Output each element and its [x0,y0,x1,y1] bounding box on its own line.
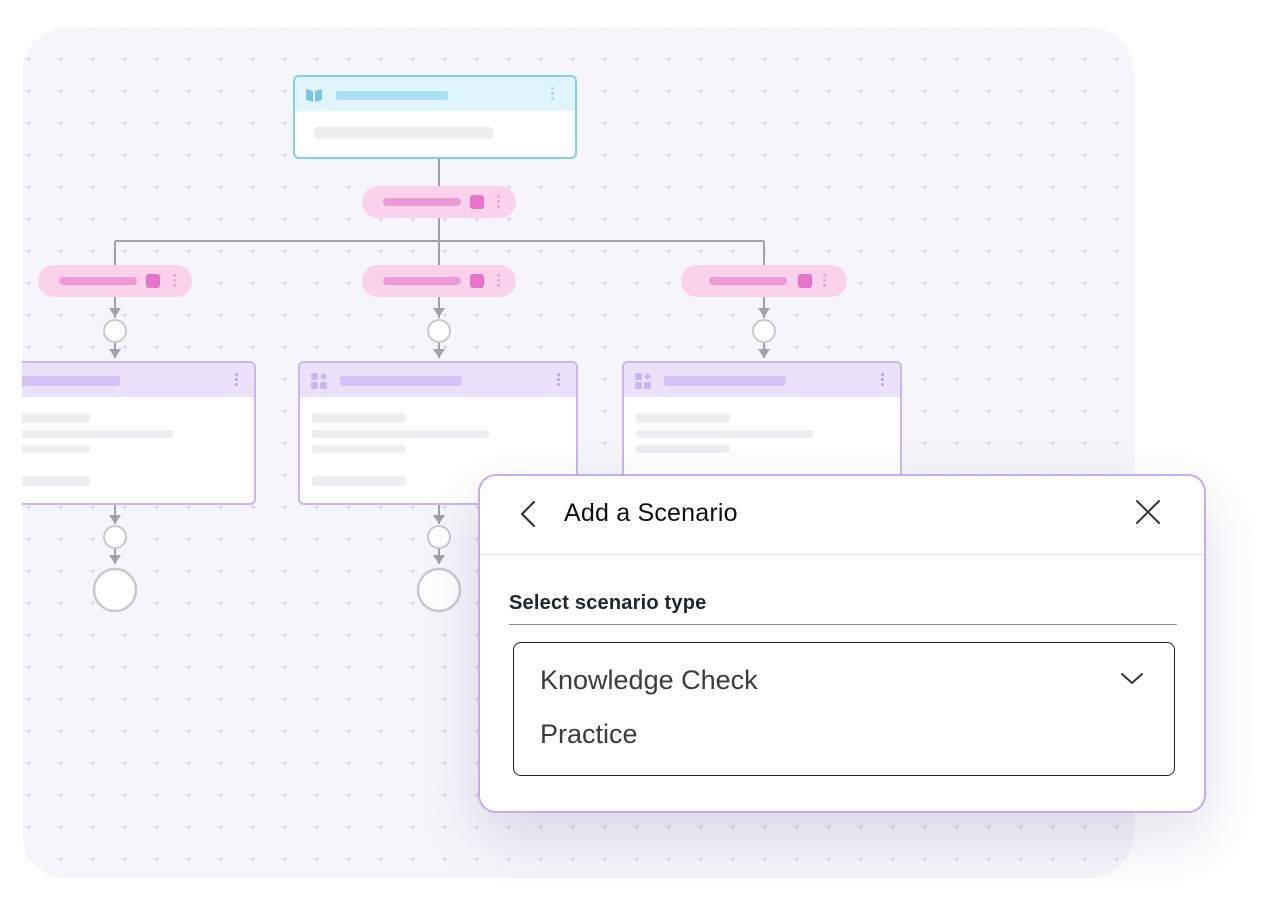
scenario-card-header [22,363,254,397]
branch-pill-center[interactable] [362,265,516,297]
kebab-menu-icon[interactable] [497,274,500,289]
pill-label-placeholder [383,277,461,285]
back-button[interactable] [510,494,546,534]
card-line-placeholder [636,430,813,438]
modal-header: Add a Scenario [480,476,1204,555]
branch-pill-left[interactable] [38,265,192,297]
card-title-placeholder [664,376,786,386]
branch-pill-right[interactable] [681,265,847,297]
scenario-card-header [624,363,900,397]
book-icon [306,89,322,102]
scenario-card-header [300,363,576,397]
card-line-placeholder [22,413,90,423]
card-line-placeholder [636,413,730,423]
chevron-left-icon [520,500,536,528]
card-line-placeholder [312,430,489,438]
pill-label-placeholder [383,198,461,206]
card-line-placeholder [636,445,730,453]
pill-square-icon [146,274,160,288]
add-scenario-modal: Add a Scenario Select scenario type Know… [478,474,1206,813]
pill-label-placeholder [59,277,137,285]
pill-square-icon [798,274,812,288]
kebab-menu-icon[interactable] [557,373,560,388]
kebab-menu-icon[interactable] [823,274,826,289]
card-line-placeholder [312,445,406,453]
modal-title: Add a Scenario [564,499,738,527]
grid-sparkle-icon [311,372,329,391]
select-option-practice[interactable]: Practice [540,719,638,750]
kebab-menu-icon[interactable] [173,274,176,289]
select-option-knowledge-check[interactable]: Knowledge Check [540,665,758,696]
close-button[interactable] [1130,494,1166,530]
pill-label-placeholder [709,277,787,285]
root-title-placeholder [336,91,448,100]
card-line-placeholder [22,476,90,486]
root-node-card[interactable] [293,75,577,159]
kebab-menu-icon[interactable] [497,195,500,210]
scenario-type-select[interactable]: Knowledge Check Practice [513,642,1175,776]
kebab-menu-icon[interactable] [235,373,238,388]
card-title-placeholder [340,376,462,386]
card-line-placeholder [312,413,406,423]
kebab-menu-icon[interactable] [881,373,884,388]
close-icon [1136,500,1160,524]
root-body-placeholder [314,127,493,139]
label-divider [509,624,1177,625]
pill-square-icon [470,195,484,209]
pill-square-icon [470,274,484,288]
card-title-placeholder [22,376,120,386]
branch-pill-main[interactable] [362,186,516,218]
grid-sparkle-icon [635,372,653,391]
card-line-placeholder [312,476,406,486]
card-line-placeholder [22,430,173,438]
root-node-header [295,77,575,111]
card-line-placeholder [22,445,90,453]
scenario-card-left[interactable] [22,361,256,505]
scenario-type-label: Select scenario type [509,592,707,614]
kebab-menu-icon[interactable] [551,87,554,102]
chevron-down-icon[interactable] [1120,671,1144,687]
